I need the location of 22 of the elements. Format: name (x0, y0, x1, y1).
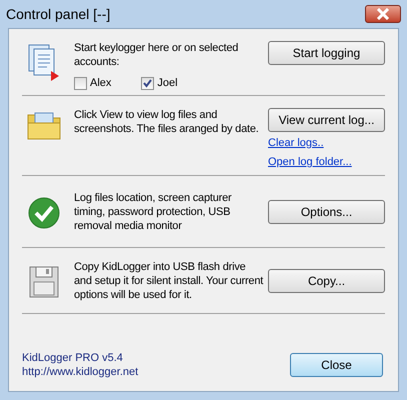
action-button[interactable]: View current log... (268, 108, 385, 132)
product-name: KidLogger PRO v5.4 (22, 351, 124, 365)
folder-icon (27, 110, 61, 140)
section-description: Copy KidLogger into USB flash drive and setup it for silent install. Your current options will be used for it. (74, 260, 264, 302)
section-description: Click View to view log files and screenshots. The files aranged by date. (74, 108, 260, 136)
action-button[interactable]: Copy... (268, 268, 385, 292)
link[interactable]: Clear logs.. (268, 136, 324, 151)
account-label: Alex (90, 76, 112, 91)
account-checkbox[interactable] (141, 76, 154, 90)
close-button[interactable]: Close (290, 353, 383, 377)
window-title: Control panel [--] (6, 4, 110, 24)
link[interactable]: Open log folder... (268, 155, 352, 170)
website-url: http://www.kidlogger.net (22, 365, 138, 379)
action-button[interactable]: Options... (268, 200, 385, 224)
account-checkbox[interactable] (74, 76, 87, 90)
section-description: Start keylogger here or on selected accounts: (74, 41, 240, 69)
section-description: Log files location, screen capturer timing, password protection, USB removal media monitor (74, 190, 232, 232)
documents-icon (27, 43, 61, 81)
close-icon[interactable] (365, 5, 401, 23)
checkmark-icon (28, 196, 60, 228)
action-button[interactable]: Start logging (268, 41, 385, 65)
account-label: Joel (157, 76, 178, 91)
